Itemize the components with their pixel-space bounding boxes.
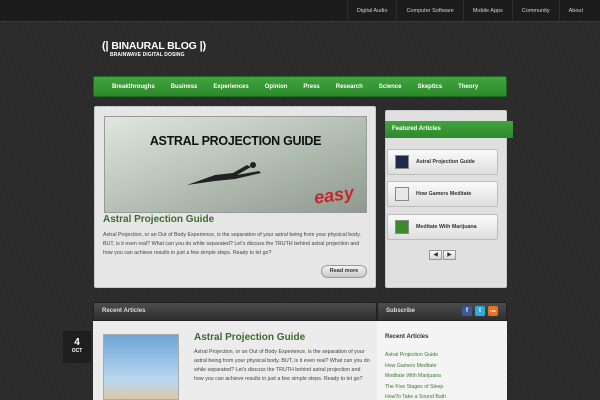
- image-title-text: ASTRAL PROJECTION GUIDE: [149, 134, 322, 148]
- recent-post-title[interactable]: Astral Projection Guide: [194, 332, 305, 343]
- twitter-icon[interactable]: t: [475, 306, 485, 316]
- sidebar-recent-item[interactable]: HowTo Take a Sound Bath: [385, 392, 507, 400]
- nav-experiences[interactable]: Experiences: [205, 84, 256, 90]
- featured-articles-panel: Featured Articles Astral Projection Guid…: [385, 110, 513, 288]
- facebook-icon[interactable]: f: [462, 306, 472, 316]
- subscribe-label: Subscribe: [386, 308, 416, 314]
- topnav-digital-audio[interactable]: Digital Audio: [346, 0, 397, 22]
- sidebar-recent-item[interactable]: The Five Stages of Sleep: [385, 382, 507, 393]
- sidebar-recent-articles: Recent Articles Astral Projection Guide …: [377, 321, 507, 400]
- post-date-day: 4: [74, 337, 80, 348]
- topnav-community[interactable]: Community: [511, 0, 559, 22]
- sidebar-recent-item[interactable]: Meditate With Marijuana: [385, 371, 507, 382]
- logo-subtitle: BRAINWAVE DIGITAL DOSING: [110, 52, 185, 58]
- sidebar-recent-list: Astral Projection Guide How Gamers Medit…: [385, 350, 507, 400]
- top-bar: Digital Audio Computer Software Mobile A…: [0, 0, 600, 22]
- site-logo[interactable]: (| BINAURAL BLOG |) BRAINWAVE DIGITAL DO…: [102, 40, 206, 58]
- featured-post: ASTRAL PROJECTION GUIDE easy Astral Proj…: [94, 106, 376, 288]
- astral-thumb-icon: [395, 155, 409, 169]
- subscribe-bar: Subscribe f t rss: [377, 302, 507, 321]
- nav-theory[interactable]: Theory: [450, 84, 486, 90]
- featured-pager: ◀ ▶: [429, 250, 456, 260]
- nav-breakthroughs[interactable]: Breakthroughs: [104, 84, 163, 90]
- rss-icon[interactable]: rss: [488, 306, 498, 316]
- sidebar-recent-heading: Recent Articles: [385, 334, 429, 340]
- nav-press[interactable]: Press: [295, 84, 327, 90]
- nav-business[interactable]: Business: [163, 84, 206, 90]
- featured-articles-heading: Featured Articles: [385, 121, 513, 138]
- social-links: f t rss: [462, 306, 498, 316]
- flying-person-icon: [187, 162, 261, 185]
- featured-post-excerpt: Astral Projection, or an Out of Body Exp…: [103, 232, 361, 256]
- wave-left-icon: (|: [102, 40, 109, 52]
- recent-post-excerpt: Astral Projection, or an Out of Body Exp…: [194, 349, 370, 382]
- nav-opinion[interactable]: Opinion: [257, 84, 296, 90]
- topnav-mobile-apps[interactable]: Mobile Apps: [462, 0, 512, 22]
- featured-item-label: Meditate With Marijuana: [416, 224, 477, 230]
- post-date-month: OCT: [71, 348, 83, 354]
- nav-science[interactable]: Science: [371, 84, 410, 90]
- leaf-thumb-icon: [395, 220, 409, 234]
- wave-right-icon: |): [199, 40, 207, 52]
- featured-item-astral[interactable]: Astral Projection Guide: [387, 149, 498, 175]
- sidebar-recent-item[interactable]: Astral Projection Guide: [385, 350, 507, 361]
- featured-item-marijuana[interactable]: Meditate With Marijuana: [387, 214, 498, 240]
- image-easy-text: easy: [312, 182, 356, 208]
- read-more-button[interactable]: Read more: [321, 265, 367, 278]
- featured-post-title[interactable]: Astral Projection Guide: [103, 214, 214, 225]
- featured-item-label: How Gamers Meditate: [416, 191, 472, 197]
- featured-post-image[interactable]: ASTRAL PROJECTION GUIDE easy: [104, 116, 367, 213]
- gamepad-thumb-icon: [395, 187, 409, 201]
- sidebar-recent-item[interactable]: How Gamers Meditate: [385, 361, 507, 372]
- prev-arrow-icon[interactable]: ◀: [429, 250, 442, 260]
- nav-skeptics[interactable]: Skeptics: [409, 84, 450, 90]
- featured-item-label: Astral Projection Guide: [416, 159, 475, 165]
- main-nav: Breakthroughs Business Experiences Opini…: [93, 76, 507, 97]
- featured-item-gamers[interactable]: How Gamers Meditate: [387, 181, 498, 207]
- nav-research[interactable]: Research: [328, 84, 371, 90]
- next-arrow-icon[interactable]: ▶: [443, 250, 456, 260]
- recent-articles-list: Astral Projection Guide Astral Projectio…: [93, 321, 377, 400]
- topnav-computer-software[interactable]: Computer Software: [396, 0, 462, 22]
- logo-title: BINAURAL BLOG: [111, 40, 197, 52]
- post-date: 4 OCT: [63, 331, 91, 363]
- top-nav: Digital Audio Computer Software Mobile A…: [346, 0, 592, 22]
- recent-articles-bar: Recent Articles: [93, 302, 377, 321]
- recent-post-thumbnail[interactable]: [103, 334, 179, 400]
- topnav-about[interactable]: About: [558, 0, 592, 22]
